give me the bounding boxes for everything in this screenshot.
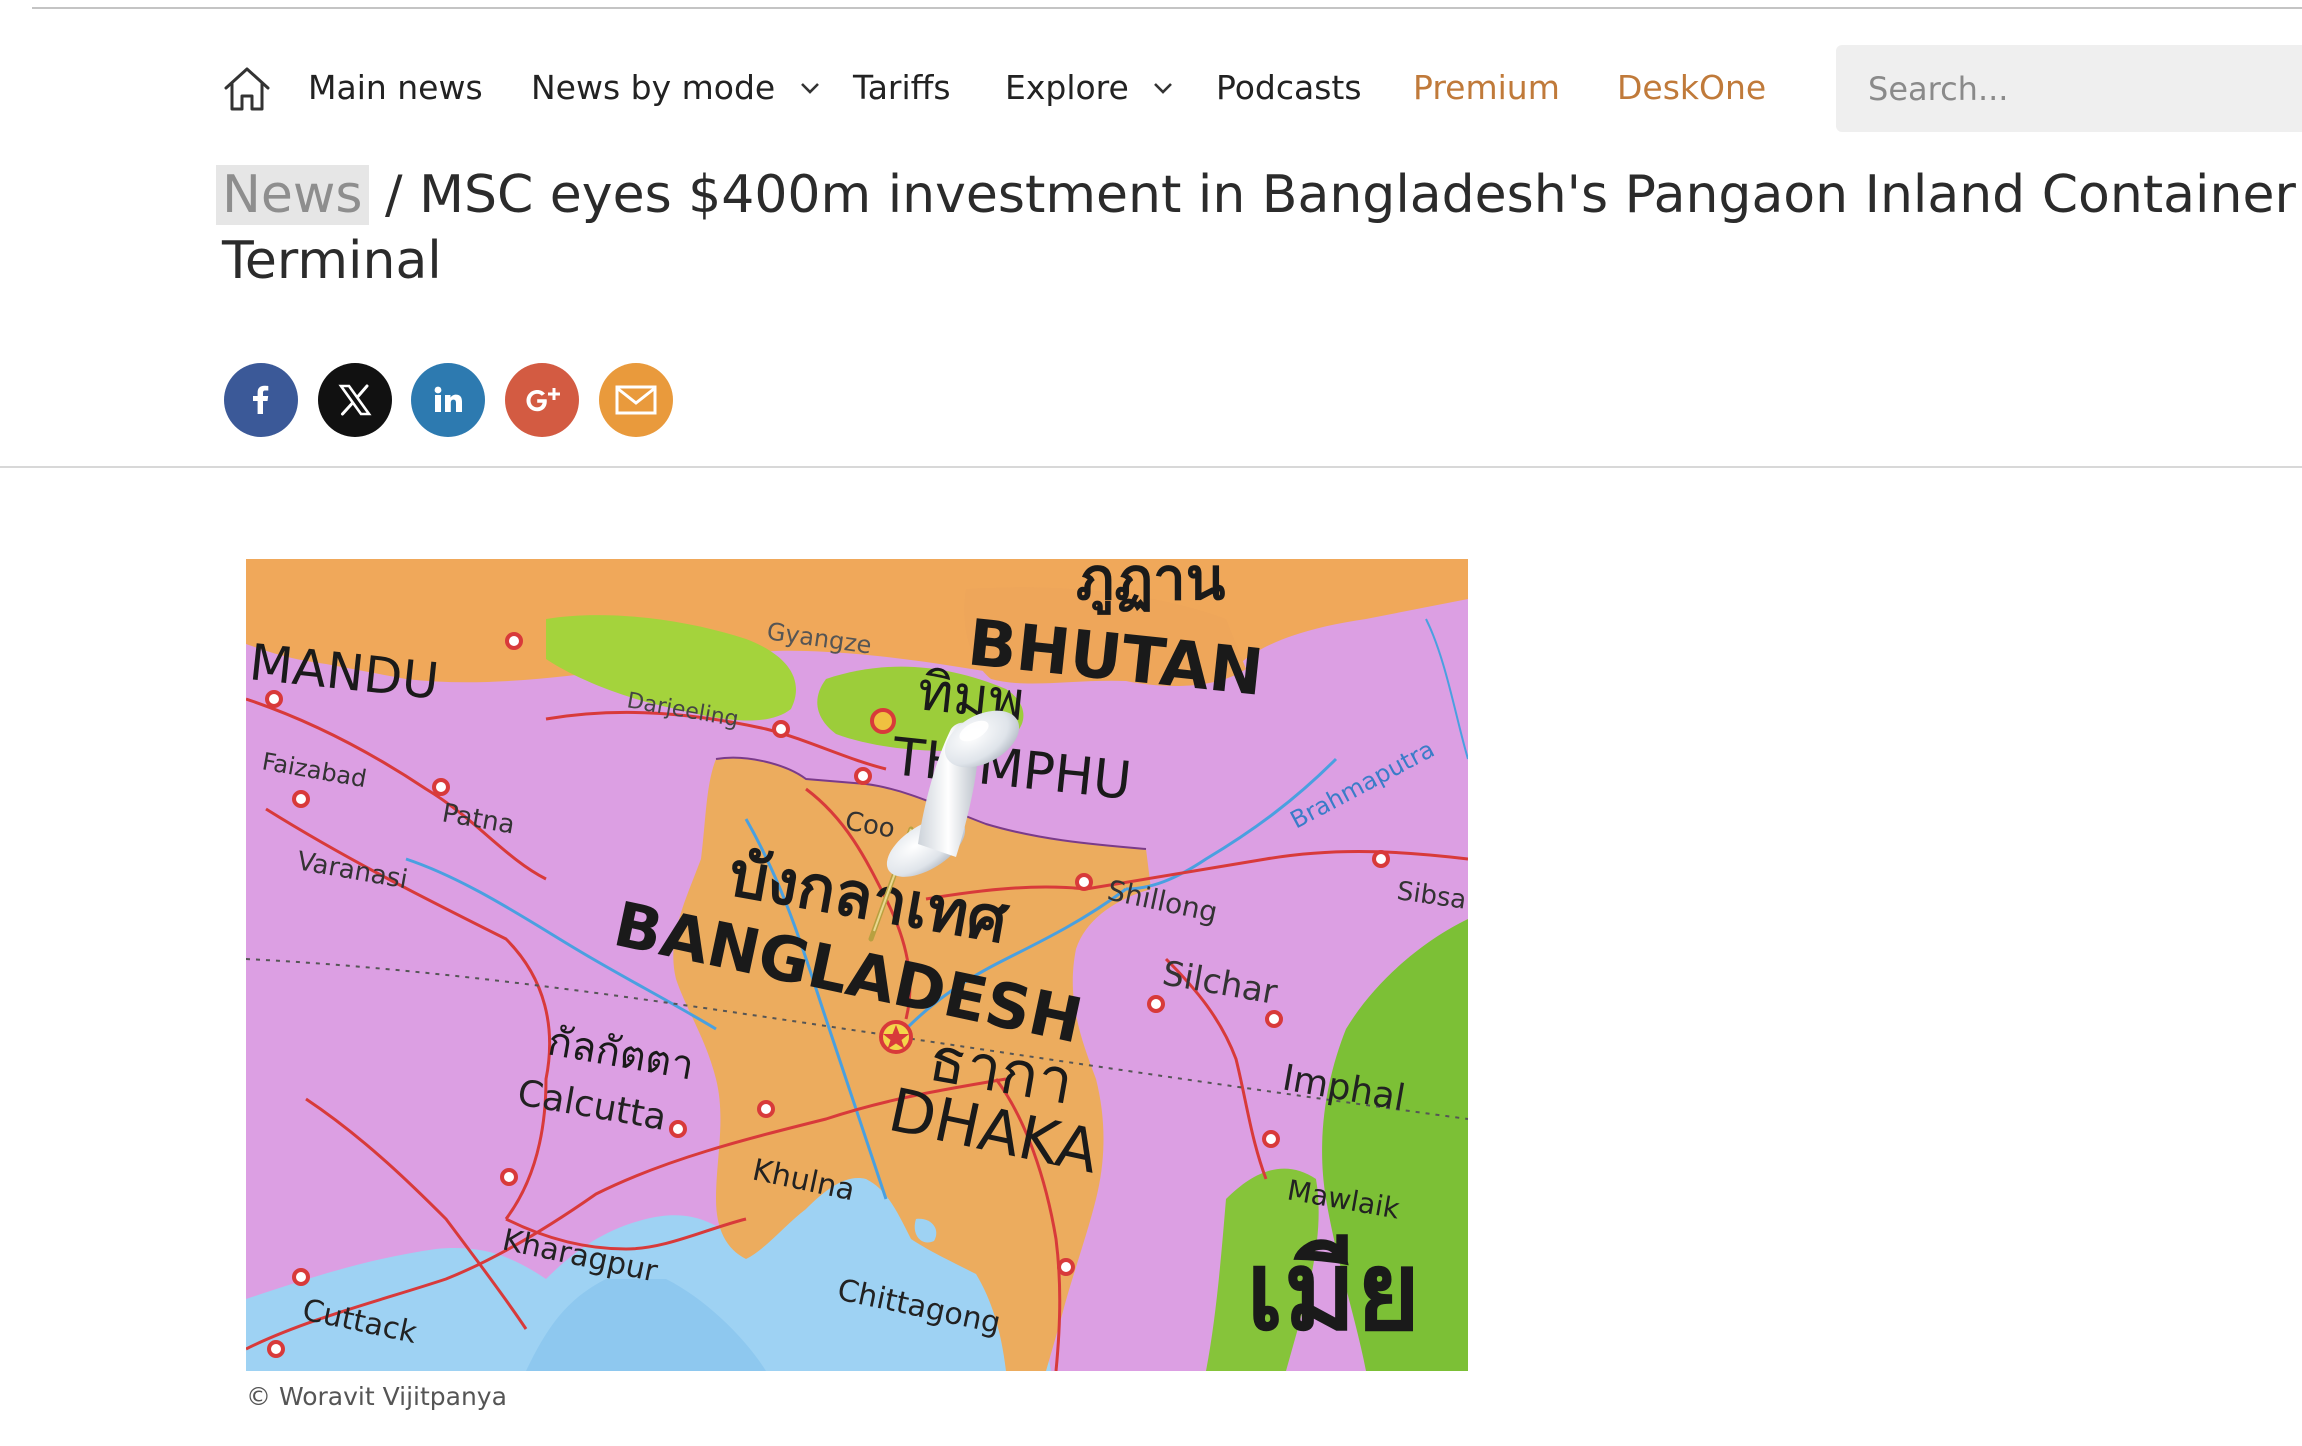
nav-explore[interactable]: Explore — [1005, 62, 1129, 114]
nav-main-news[interactable]: Main news — [308, 62, 483, 114]
breadcrumb-news[interactable]: News — [216, 165, 369, 225]
share-facebook-button[interactable] — [224, 363, 298, 437]
share-email-button[interactable] — [599, 363, 673, 437]
search-box — [1836, 45, 2302, 132]
share-linkedin-button[interactable] — [411, 363, 485, 437]
x-icon — [336, 381, 374, 419]
chevron-down-icon[interactable] — [1153, 80, 1173, 94]
nav-premium[interactable]: Premium — [1413, 62, 1560, 114]
article-title: MSC eyes $400m investment in Bangladesh'… — [222, 165, 2296, 291]
breadcrumb-separator: / — [368, 165, 420, 225]
top-divider — [32, 7, 2302, 9]
map-label-myanmar-thai: เมีย — [1246, 1227, 1421, 1355]
email-icon — [614, 383, 658, 417]
nav-podcasts[interactable]: Podcasts — [1216, 62, 1362, 114]
page: Main news News by mode Tariffs Explore P… — [0, 0, 2302, 1446]
image-credit: © Woravit Vijitpanya — [246, 1382, 507, 1411]
google-plus-icon — [520, 380, 564, 420]
search-input[interactable] — [1868, 45, 2288, 132]
nav-deskone[interactable]: DeskOne — [1617, 62, 1766, 114]
facebook-icon — [241, 380, 281, 420]
chevron-down-icon[interactable] — [800, 80, 820, 94]
map-label-bhutan-thai: ภูฏาน — [1076, 559, 1226, 615]
share-google-plus-button[interactable] — [505, 363, 579, 437]
home-icon[interactable] — [222, 66, 272, 112]
nav-tariffs[interactable]: Tariffs — [853, 62, 951, 114]
nav-news-by-mode[interactable]: News by mode — [531, 62, 775, 114]
linkedin-icon — [428, 380, 468, 420]
share-x-button[interactable] — [318, 363, 392, 437]
page-title: News / MSC eyes $400m investment in Bang… — [216, 162, 2302, 294]
header-divider — [0, 466, 2302, 468]
hero-image: ภูฏาน BHUTAN ทิมพู THIMPHU MANDU Gyangze… — [246, 559, 1468, 1371]
